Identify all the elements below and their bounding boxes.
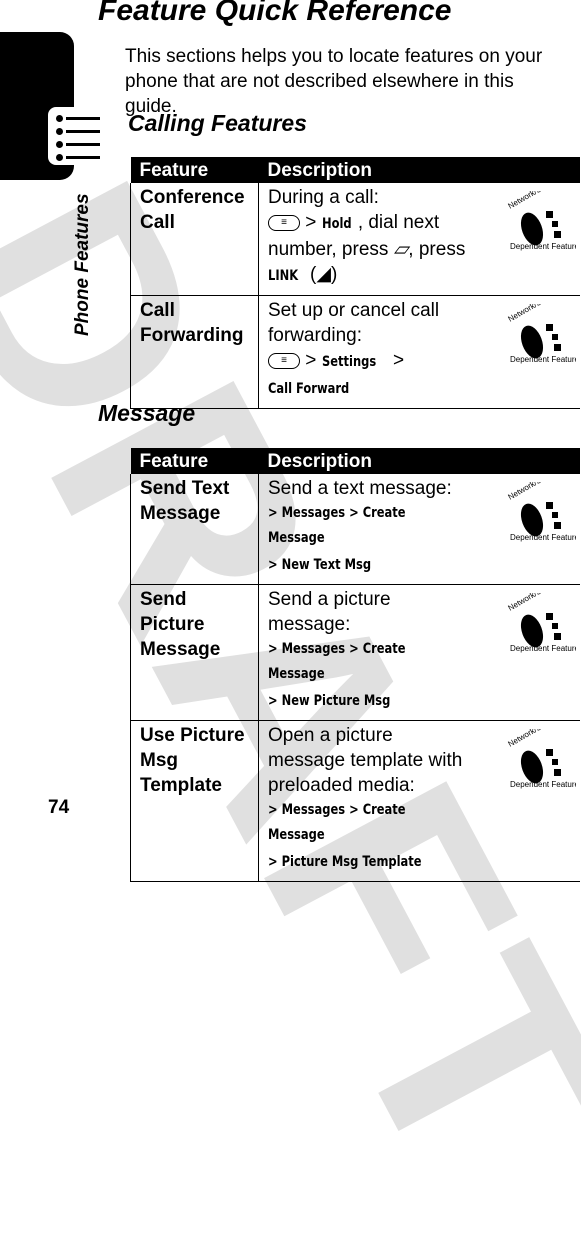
feature-name: Use Picture Msg Template xyxy=(130,720,259,882)
svg-text:Dependent Feature: Dependent Feature xyxy=(510,644,576,653)
column-header-feature: Feature xyxy=(130,448,259,474)
menu-path: > Messages > Create Message xyxy=(268,505,406,546)
svg-text:Dependent Feature: Dependent Feature xyxy=(510,780,576,789)
column-header-feature: Feature xyxy=(130,157,259,183)
feature-description: During a call: ≡ > Hold, dial next numbe… xyxy=(258,183,580,296)
chapter-tab-icon xyxy=(0,32,104,180)
menu-path: > Messages > Create Message xyxy=(268,641,406,682)
calling-features-table: Feature Description Conference Call Duri… xyxy=(130,157,580,409)
description-text: , press xyxy=(408,239,466,260)
network-subscription-dependent-feature-icon: Network/Subscription Dependent Feature xyxy=(507,191,577,251)
network-subscription-dependent-feature-icon: Network/Subscription Dependent Feature xyxy=(507,482,577,542)
table-row: Call Forwarding Set up or cancel call fo… xyxy=(130,295,580,409)
section-title-message: Message xyxy=(98,400,196,426)
menu-command: LINK xyxy=(268,268,299,284)
network-subscription-dependent-feature-icon: Network/Subscription Dependent Feature xyxy=(507,304,577,364)
menu-key-icon: ≡ xyxy=(268,352,300,369)
menu-path: ≡ > Hold, dial next number, press ▱, pre… xyxy=(268,210,470,289)
column-header-description: Description xyxy=(258,448,580,474)
table-row: Conference Call During a call: ≡ > Hold,… xyxy=(130,183,580,296)
table-row: Send Picture Message Send a picture mess… xyxy=(130,584,580,721)
menu-command: Call Forward xyxy=(268,381,350,397)
column-header-description: Description xyxy=(258,157,580,183)
menu-path: > New Picture Msg xyxy=(268,693,391,709)
svg-text:Network/Subscription: Network/Subscription xyxy=(507,593,577,613)
feature-description: Send a text message: > Messages > Create… xyxy=(258,474,580,585)
svg-text:Dependent Feature: Dependent Feature xyxy=(510,355,576,364)
page-number: 74 xyxy=(48,797,70,818)
menu-path: > Picture Msg Template xyxy=(268,854,422,870)
svg-text:Dependent Feature: Dependent Feature xyxy=(510,533,576,542)
menu-path: ≡ > Settings > Call Forward xyxy=(268,348,470,402)
feature-description: Open a picture message template with pre… xyxy=(258,720,580,882)
description-text: Send a picture message: xyxy=(268,589,391,635)
chapter-side-label: Phone Features xyxy=(72,193,93,336)
description-text: Open a picture message template with pre… xyxy=(268,725,463,796)
message-features-table: Feature Description Send Text Message Se… xyxy=(130,448,580,882)
section-title-calling: Calling Features xyxy=(128,110,307,136)
menu-path: > New Text Msg xyxy=(268,557,372,573)
feature-name: Conference Call xyxy=(130,183,259,296)
menu-key-icon: ≡ xyxy=(268,214,300,231)
soft-key-icon: ◢ xyxy=(316,264,331,285)
description-text: During a call: xyxy=(268,187,379,208)
feature-name: Call Forwarding xyxy=(130,295,259,409)
description-text: Send a text message: xyxy=(268,478,452,499)
feature-description: Set up or cancel call forwarding: ≡ > Se… xyxy=(258,295,580,409)
page-title: Feature Quick Reference xyxy=(98,0,452,27)
svg-text:Network/Subscription: Network/Subscription xyxy=(507,304,577,324)
feature-name: Send Text Message xyxy=(130,474,259,585)
table-row: Send Text Message Send a text message: >… xyxy=(130,474,580,585)
send-key-icon: ▱ xyxy=(393,239,409,260)
svg-text:Network/Subscription: Network/Subscription xyxy=(507,482,577,502)
menu-command: Hold xyxy=(321,216,352,232)
intro-text: This sections helps you to locate featur… xyxy=(125,46,543,117)
list-icon xyxy=(48,107,104,165)
svg-text:Network/Subscription: Network/Subscription xyxy=(507,191,577,211)
feature-description: Send a picture message: > Messages > Cre… xyxy=(258,584,580,721)
svg-text:Network/Subscription: Network/Subscription xyxy=(507,729,577,749)
feature-name: Send Picture Message xyxy=(130,584,259,721)
menu-path: > Messages > Create Message xyxy=(268,802,406,843)
svg-text:Dependent Feature: Dependent Feature xyxy=(510,242,576,251)
description-text: Set up or cancel call forwarding: xyxy=(268,300,440,346)
network-subscription-dependent-feature-icon: Network/Subscription Dependent Feature xyxy=(507,593,577,653)
menu-command: Settings xyxy=(321,354,376,370)
table-row: Use Picture Msg Template Open a picture … xyxy=(130,720,580,882)
network-subscription-dependent-feature-icon: Network/Subscription Dependent Feature xyxy=(507,729,577,789)
